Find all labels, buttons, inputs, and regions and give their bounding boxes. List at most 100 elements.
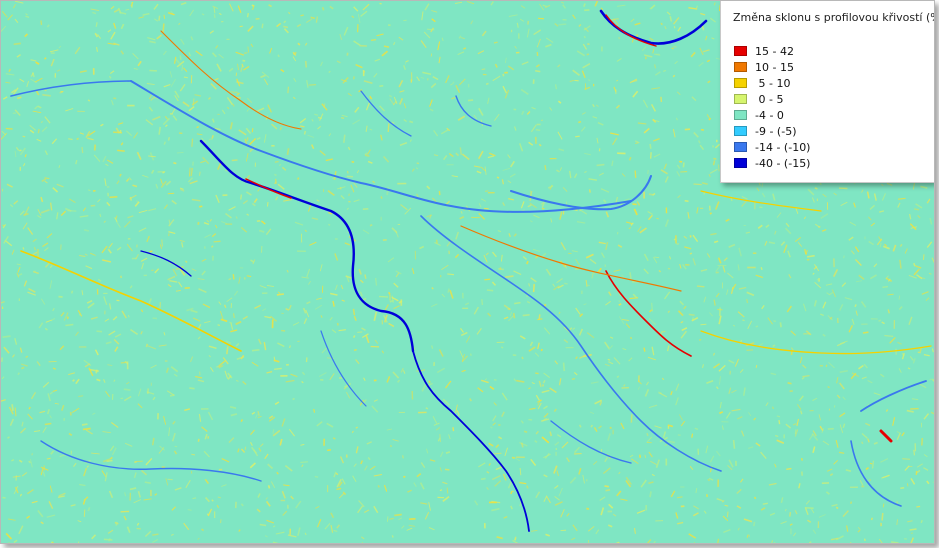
texture-speck bbox=[717, 164, 720, 172]
texture-speck bbox=[816, 278, 820, 281]
texture-speck bbox=[649, 143, 652, 149]
texture-speck bbox=[630, 336, 632, 340]
texture-speck bbox=[760, 266, 763, 271]
texture-speck bbox=[394, 513, 402, 517]
texture-speck bbox=[682, 162, 685, 168]
texture-speck bbox=[676, 242, 680, 245]
texture-speck bbox=[37, 128, 40, 134]
texture-speck bbox=[921, 437, 924, 446]
texture-speck bbox=[217, 324, 221, 327]
texture-speck bbox=[187, 509, 192, 511]
texture-speck bbox=[213, 14, 216, 19]
texture-speck bbox=[68, 138, 73, 141]
texture-speck bbox=[632, 203, 637, 206]
texture-speck bbox=[510, 491, 513, 495]
texture-speck bbox=[199, 205, 203, 208]
texture-speck bbox=[22, 247, 25, 250]
texture-speck bbox=[81, 423, 88, 426]
legend-label: 0 - 5 bbox=[755, 92, 784, 106]
texture-speck bbox=[634, 170, 637, 178]
texture-speck bbox=[401, 455, 404, 459]
texture-speck bbox=[526, 485, 529, 489]
texture-speck bbox=[78, 314, 82, 316]
texture-speck bbox=[287, 86, 289, 94]
texture-speck bbox=[119, 275, 123, 279]
texture-speck bbox=[83, 229, 90, 232]
texture-speck bbox=[179, 55, 182, 60]
texture-speck bbox=[246, 137, 249, 142]
texture-speck bbox=[299, 125, 305, 128]
legend-swatch bbox=[734, 142, 747, 152]
texture-speck bbox=[76, 137, 79, 141]
texture-speck bbox=[274, 367, 282, 370]
texture-speck bbox=[314, 475, 319, 478]
texture-speck bbox=[700, 323, 707, 326]
texture-speck bbox=[535, 69, 541, 73]
texture-speck bbox=[588, 189, 591, 193]
legend-title: Změna sklonu s profilovou křivostí (%) bbox=[733, 11, 935, 24]
texture-speck bbox=[232, 274, 235, 280]
texture-speck bbox=[251, 349, 260, 352]
texture-speck bbox=[106, 460, 113, 462]
texture-speck bbox=[314, 113, 319, 116]
texture-speck bbox=[189, 387, 195, 390]
texture-speck bbox=[900, 486, 905, 490]
texture-speck bbox=[149, 250, 153, 253]
legend-item: 10 - 15 bbox=[734, 59, 810, 75]
texture-speck bbox=[649, 491, 652, 498]
texture-speck bbox=[266, 202, 269, 207]
texture-speck bbox=[753, 496, 757, 500]
texture-speck bbox=[383, 45, 390, 48]
texture-speck bbox=[571, 377, 576, 380]
texture-speck bbox=[688, 313, 695, 317]
texture-speck bbox=[523, 430, 528, 433]
legend-label: 15 - 42 bbox=[755, 44, 794, 58]
texture-speck bbox=[17, 372, 20, 376]
texture-speck bbox=[656, 217, 659, 220]
texture-speck bbox=[403, 475, 406, 478]
texture-speck bbox=[881, 512, 884, 521]
texture-speck bbox=[535, 372, 539, 375]
texture-speck bbox=[351, 160, 355, 163]
texture-speck bbox=[353, 348, 357, 351]
texture-speck bbox=[869, 462, 873, 465]
texture-speck bbox=[416, 162, 420, 165]
texture-speck bbox=[522, 313, 530, 317]
texture-speck bbox=[808, 541, 812, 543]
texture-speck bbox=[605, 488, 611, 492]
texture-speck bbox=[123, 388, 131, 391]
legend-swatch bbox=[734, 110, 747, 120]
texture-speck bbox=[446, 487, 449, 494]
texture-speck bbox=[913, 208, 920, 211]
map-legend: Změna sklonu s profilovou křivostí (%) 1… bbox=[720, 1, 934, 183]
texture-speck bbox=[162, 171, 165, 174]
texture-speck bbox=[99, 213, 102, 218]
texture-speck bbox=[379, 295, 389, 298]
texture-speck bbox=[798, 483, 801, 489]
texture-speck bbox=[484, 278, 491, 281]
texture-speck bbox=[689, 235, 692, 238]
texture-speck bbox=[229, 91, 238, 93]
texture-speck bbox=[274, 161, 279, 163]
texture-speck bbox=[861, 441, 864, 445]
texture-speck bbox=[162, 23, 165, 33]
map-frame: Změna sklonu s profilovou křivostí (%) 1… bbox=[0, 0, 935, 544]
texture-speck bbox=[117, 149, 125, 152]
texture-speck bbox=[913, 449, 915, 456]
texture-speck bbox=[699, 339, 702, 341]
texture-speck bbox=[321, 6, 325, 11]
texture-speck bbox=[352, 308, 356, 316]
texture-speck bbox=[696, 285, 705, 288]
texture-speck bbox=[70, 290, 74, 294]
texture-speck bbox=[922, 254, 925, 260]
texture-speck bbox=[163, 14, 166, 19]
legend-swatch bbox=[734, 78, 747, 88]
legend-swatch bbox=[734, 94, 747, 104]
texture-speck bbox=[277, 54, 280, 58]
texture-speck bbox=[246, 12, 249, 18]
texture-speck bbox=[348, 193, 350, 197]
texture-speck bbox=[211, 134, 214, 139]
texture-speck bbox=[304, 532, 307, 536]
texture-speck bbox=[65, 323, 74, 327]
texture-speck bbox=[283, 25, 289, 29]
